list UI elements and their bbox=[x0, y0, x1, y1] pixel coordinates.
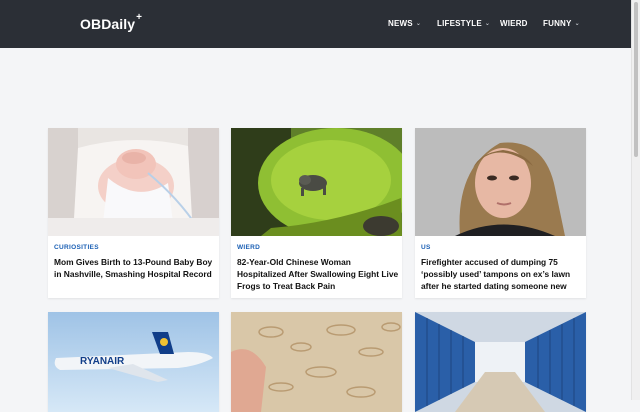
chevron-down-icon: ⌄ bbox=[415, 21, 422, 27]
nav-news[interactable]: NEWS ⌄ bbox=[388, 19, 421, 28]
article-card[interactable] bbox=[231, 312, 402, 412]
article-card[interactable]: US Firefighter accused of dumping 75 ‘po… bbox=[415, 128, 586, 298]
article-title[interactable]: Mom Gives Birth to 13-Pound Baby Boy in … bbox=[54, 256, 216, 280]
article-image-mugshot[interactable] bbox=[415, 128, 586, 236]
top-navbar: OBDaily+ NEWS ⌄ LIFESTYLE ⌄ WIERD FUNNY ⌄ bbox=[0, 0, 632, 48]
article-category[interactable]: US bbox=[421, 244, 431, 251]
scrollbar-thumb[interactable] bbox=[634, 2, 638, 157]
article-title[interactable]: Firefighter accused of dumping 75 ‘possi… bbox=[421, 256, 583, 292]
article-card[interactable] bbox=[415, 312, 586, 412]
article-image-lockers[interactable] bbox=[415, 312, 586, 412]
site-logo[interactable]: OBDaily+ bbox=[80, 12, 142, 32]
article-image-airplane[interactable]: RYANAIR bbox=[48, 312, 219, 412]
article-card[interactable]: CURIOSITIES Mom Gives Birth to 13-Pound … bbox=[48, 128, 219, 298]
nav-wierd[interactable]: WIERD bbox=[500, 19, 528, 28]
nav-funny-label: FUNNY bbox=[543, 19, 572, 28]
chevron-down-icon: ⌄ bbox=[574, 21, 580, 27]
nav-lifestyle-label: LIFESTYLE bbox=[437, 19, 482, 28]
nav-wierd-label: WIERD bbox=[500, 19, 528, 28]
article-image-newborn[interactable] bbox=[48, 128, 219, 236]
nav-news-label: NEWS bbox=[388, 19, 413, 28]
nav-funny[interactable]: FUNNY ⌄ bbox=[543, 19, 580, 28]
article-card[interactable]: WIERD 82-Year-Old Chinese Woman Hospital… bbox=[231, 128, 402, 298]
article-card[interactable]: RYANAIR bbox=[48, 312, 219, 412]
logo-plus-mark: + bbox=[136, 12, 143, 23]
article-category[interactable]: WIERD bbox=[237, 244, 260, 251]
article-category[interactable]: CURIOSITIES bbox=[54, 244, 99, 251]
nav-lifestyle[interactable]: LIFESTYLE ⌄ bbox=[437, 19, 490, 28]
vertical-scrollbar[interactable] bbox=[631, 0, 640, 400]
logo-text: OBDaily bbox=[80, 16, 136, 32]
article-title[interactable]: 82-Year-Old Chinese Woman Hospitalized A… bbox=[237, 256, 399, 292]
svg-text:RYANAIR: RYANAIR bbox=[80, 356, 125, 367]
article-image-frog[interactable] bbox=[231, 128, 402, 236]
chevron-down-icon: ⌄ bbox=[484, 21, 491, 27]
article-image-rubber-bands[interactable] bbox=[231, 312, 402, 412]
